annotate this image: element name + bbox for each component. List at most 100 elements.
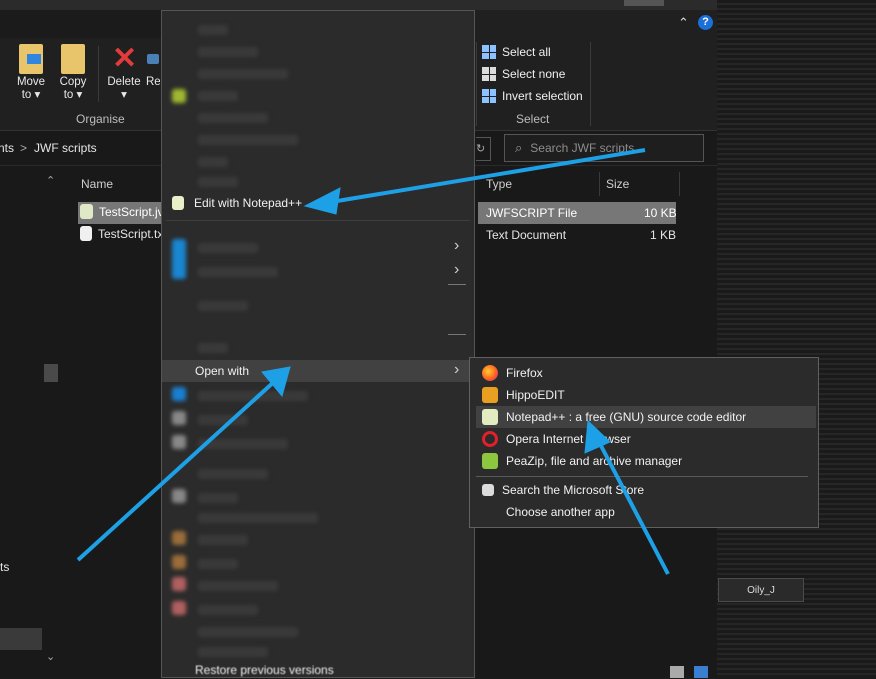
invert-selection-icon [482, 89, 496, 103]
select-all-icon [482, 45, 496, 59]
nav-item-label[interactable]: ts [0, 560, 9, 574]
blurred-menu-item[interactable] [198, 301, 248, 311]
invert-selection-button[interactable]: Invert selection [482, 85, 583, 107]
file-type: Text Document [486, 228, 567, 242]
notepad-plus-plus-icon [482, 409, 498, 425]
blurred-menu-item[interactable] [198, 559, 238, 569]
move-to-button[interactable]: Move to ▾ [12, 44, 50, 102]
blurred-menu-item[interactable] [198, 343, 228, 353]
firefox-icon [482, 365, 498, 381]
submenu-chevron-icon: › [454, 261, 460, 278]
select-none-icon [482, 67, 496, 81]
search-placeholder: Search JWF scripts [530, 141, 635, 155]
file-row[interactable]: TestScript.jv [80, 204, 164, 219]
microsoft-store-item[interactable]: Search the Microsoft Store [476, 479, 816, 501]
file-type: JWFSCRIPT File [486, 206, 578, 220]
column-header-size[interactable]: Size [606, 177, 629, 191]
ribbon-divider-end [590, 42, 591, 126]
nav-scrollbar-thumb[interactable] [44, 364, 58, 382]
edit-with-notepad-item[interactable]: Edit with Notepad++ [162, 192, 474, 214]
blurred-menu-item[interactable] [198, 243, 258, 253]
ribbon-divider-select [476, 42, 477, 126]
peazip-icon [482, 453, 498, 469]
hippoedit-item[interactable]: HippoEDIT [476, 384, 816, 406]
notepad-plus-plus-label: Notepad++ : a free (GNU) source code edi… [506, 410, 747, 424]
folder-move-icon [19, 44, 43, 74]
blurred-menu-item[interactable] [198, 469, 268, 479]
peazip-item[interactable]: PeaZip, file and archive manager [476, 450, 816, 472]
blurred-menu-item[interactable] [198, 47, 258, 57]
blurred-menu-item[interactable] [198, 391, 308, 401]
invert-selection-label: Invert selection [502, 89, 583, 103]
choose-another-app-item[interactable]: Choose another app [476, 501, 816, 523]
move-sublabel: to ▾ [21, 89, 41, 101]
help-icon[interactable]: ? [698, 15, 713, 30]
blurred-menu-item[interactable] [198, 135, 298, 145]
blurred-menu-item[interactable] [198, 493, 238, 503]
menu-separator [448, 334, 466, 335]
refresh-icon[interactable]: ↻ [476, 137, 491, 161]
context-menu: Edit with Notepad++ › › Open with › Rest… [161, 10, 475, 678]
open-with-item[interactable]: Open with › [162, 360, 474, 382]
menu-separator [166, 220, 470, 221]
restore-previous-versions-item[interactable]: Restore previous versions [162, 661, 474, 679]
notepad-file-icon [80, 204, 93, 219]
ribbon-divider [98, 46, 99, 102]
restore-previous-versions-label: Restore previous versions [195, 663, 334, 677]
copy-to-button[interactable]: Copy to ▾ [54, 44, 92, 102]
user-button[interactable]: Oily_J [718, 578, 804, 602]
blurred-menu-item[interactable] [198, 157, 228, 167]
select-none-button[interactable]: Select none [482, 63, 583, 85]
file-row[interactable]: TestScript.tx [80, 226, 163, 241]
folder-copy-icon [61, 44, 85, 74]
blurred-menu-item[interactable] [198, 647, 268, 657]
details-view-icon[interactable] [670, 666, 684, 678]
blurred-app-icon [172, 601, 186, 615]
column-header-name[interactable]: Name [81, 177, 113, 191]
blurred-menu-item[interactable] [198, 581, 278, 591]
blurred-menu-item[interactable] [198, 25, 228, 35]
blurred-menu-item[interactable] [198, 415, 248, 425]
rename-button[interactable]: Re [146, 44, 160, 89]
breadcrumb-current[interactable]: JWF scripts [34, 141, 97, 155]
delete-sublabel: ▾ [121, 89, 127, 101]
blurred-menu-item[interactable] [198, 91, 238, 101]
blurred-menu-item[interactable] [198, 267, 278, 277]
select-group-label: Select [516, 112, 550, 126]
blurred-menu-item[interactable] [198, 69, 288, 79]
opera-icon [482, 431, 498, 447]
blurred-app-icon [172, 577, 186, 591]
large-icons-view-icon[interactable] [694, 666, 708, 678]
nav-scroll-up-icon[interactable]: ⌃ [46, 174, 55, 187]
firefox-label: Firefox [506, 366, 543, 380]
blurred-menu-item[interactable] [198, 513, 318, 523]
select-all-button[interactable]: Select all [482, 41, 583, 63]
search-box[interactable]: ⌕ Search JWF scripts [504, 134, 704, 162]
blurred-menu-item[interactable] [198, 605, 258, 615]
navigation-pane[interactable]: ⌃ ts ⌄ [0, 166, 62, 678]
blurred-app-icon [172, 89, 186, 103]
column-header-type[interactable]: Type [486, 177, 512, 191]
peazip-label: PeaZip, file and archive manager [506, 454, 683, 468]
blurred-app-icon [172, 387, 186, 401]
file-name: TestScript.tx [98, 226, 164, 241]
notepad-plus-plus-item[interactable]: Notepad++ : a free (GNU) source code edi… [476, 406, 816, 428]
opera-label: Opera Internet Browser [506, 432, 631, 446]
delete-button[interactable]: ✕ Delete ▾ [104, 44, 144, 102]
blurred-app-icon [172, 411, 186, 425]
blurred-menu-item[interactable] [198, 627, 298, 637]
open-with-submenu: Firefox HippoEDIT Notepad++ : a free (GN… [469, 357, 819, 528]
nav-selected-row[interactable] [0, 628, 42, 650]
submenu-separator [476, 476, 808, 477]
breadcrumb-prefix[interactable]: nts [0, 141, 14, 155]
firefox-item[interactable]: Firefox [476, 362, 816, 384]
opera-item[interactable]: Opera Internet Browser [476, 428, 816, 450]
blurred-menu-item[interactable] [198, 535, 248, 545]
blurred-menu-item[interactable] [198, 177, 238, 187]
blurred-menu-item[interactable] [198, 113, 268, 123]
collapse-ribbon-icon[interactable]: ⌃ [678, 15, 689, 31]
nav-scroll-down-icon[interactable]: ⌄ [46, 650, 55, 663]
blurred-menu-item[interactable] [198, 439, 288, 449]
delete-x-icon: ✕ [112, 42, 138, 75]
window-top-edge [0, 0, 717, 10]
